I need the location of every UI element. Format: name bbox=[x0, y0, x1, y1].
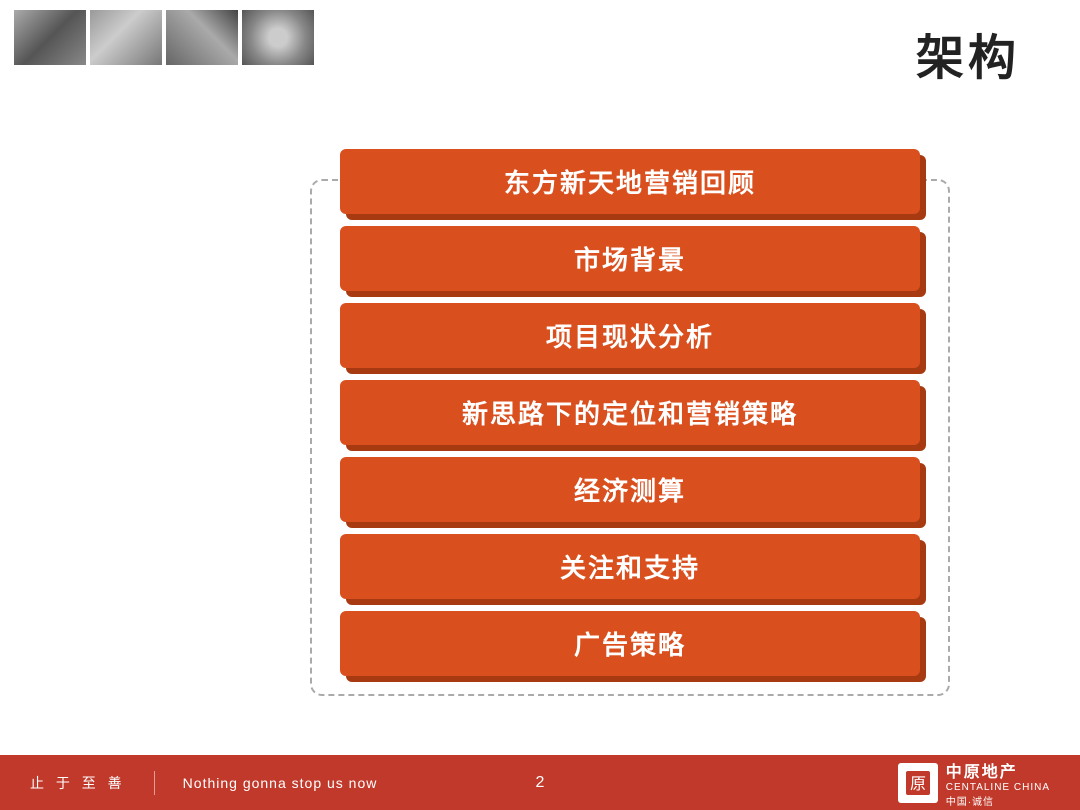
logo-icon: 原 bbox=[898, 763, 938, 803]
header-thumb-2 bbox=[90, 10, 162, 65]
menu-btn-1[interactable]: 东方新天地营销回顾 bbox=[340, 149, 920, 214]
menu-btn-4[interactable]: 新思路下的定位和营销策略 bbox=[340, 380, 920, 445]
menu-item-4[interactable]: 新思路下的定位和营销策略 bbox=[340, 380, 920, 445]
footer-separator bbox=[154, 771, 155, 795]
header-thumb-4 bbox=[242, 10, 314, 65]
footer-logo: 原 中原地产 CENTALINE CHINA 中国·诚信 bbox=[898, 758, 1050, 808]
menu-btn-3[interactable]: 项目现状分析 bbox=[340, 303, 920, 368]
page-title: 架构 bbox=[916, 18, 1020, 88]
svg-text:原: 原 bbox=[910, 776, 926, 793]
logo-text: 中原地产 CENTALINE CHINA 中国·诚信 bbox=[946, 758, 1050, 808]
menu-items: 东方新天地营销回顾 市场背景 项目现状分析 新思路下的定位和营销策略 经济测算 … bbox=[340, 149, 920, 676]
menu-item-7[interactable]: 广告策略 bbox=[340, 611, 920, 676]
footer-left: 止 于 至 善 Nothing gonna stop us now bbox=[30, 771, 377, 795]
menu-btn-2[interactable]: 市场背景 bbox=[340, 226, 920, 291]
main-content: 东方新天地营销回顾 市场背景 项目现状分析 新思路下的定位和营销策略 经济测算 … bbox=[230, 90, 1030, 735]
logo-main-text: 中原地产 bbox=[946, 758, 1050, 782]
footer-chinese-motto: 止 于 至 善 bbox=[30, 773, 126, 793]
menu-item-2[interactable]: 市场背景 bbox=[340, 226, 920, 291]
footer-page-number: 2 bbox=[536, 774, 545, 792]
menu-container: 东方新天地营销回顾 市场背景 项目现状分析 新思路下的定位和营销策略 经济测算 … bbox=[340, 149, 920, 676]
header-thumbnails bbox=[0, 0, 328, 75]
menu-btn-6[interactable]: 关注和支持 bbox=[340, 534, 920, 599]
footer-english-motto: Nothing gonna stop us now bbox=[183, 775, 378, 791]
footer: 止 于 至 善 Nothing gonna stop us now 2 原 中原… bbox=[0, 755, 1080, 810]
menu-btn-7[interactable]: 广告策略 bbox=[340, 611, 920, 676]
menu-item-5[interactable]: 经济测算 bbox=[340, 457, 920, 522]
menu-item-6[interactable]: 关注和支持 bbox=[340, 534, 920, 599]
menu-btn-5[interactable]: 经济测算 bbox=[340, 457, 920, 522]
logo-en-text: CENTALINE CHINA bbox=[946, 782, 1050, 793]
logo-country-text: 中国·诚信 bbox=[946, 793, 1050, 808]
menu-item-1[interactable]: 东方新天地营销回顾 bbox=[340, 149, 920, 214]
header-thumb-1 bbox=[14, 10, 86, 65]
header-thumb-3 bbox=[166, 10, 238, 65]
menu-item-3[interactable]: 项目现状分析 bbox=[340, 303, 920, 368]
